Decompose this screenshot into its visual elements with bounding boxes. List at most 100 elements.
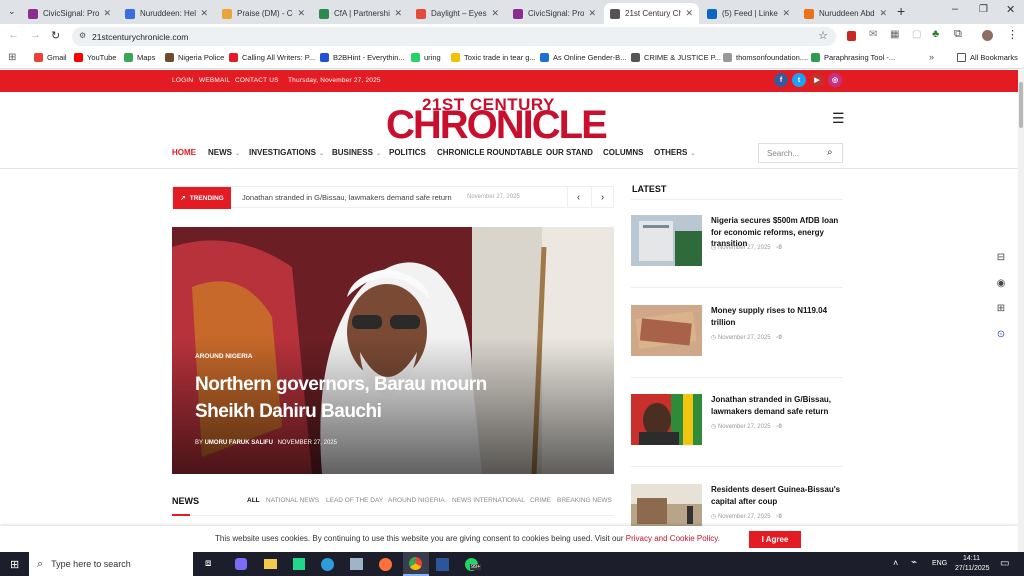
tray-chevron-icon[interactable]: ˄ xyxy=(893,558,898,568)
nav-item[interactable]: OTHERS ⌄ xyxy=(654,148,695,157)
news-filter-tab[interactable]: ALL xyxy=(247,497,260,504)
browser-tab[interactable]: 21st Century Chro✕ xyxy=(604,3,699,24)
nav-item[interactable]: NEWS ⌄ xyxy=(208,148,240,157)
site-logo[interactable]: 21ST CENTURY CHRONICLE xyxy=(386,95,620,145)
word-icon[interactable] xyxy=(436,558,449,571)
browser-tab[interactable]: CivicSignal: Proje ✕ xyxy=(507,3,602,24)
taskbar-search-box[interactable]: ⌕ Type here to search xyxy=(29,552,193,576)
pycharm-icon[interactable] xyxy=(293,558,305,570)
instagram-icon[interactable]: ◎ xyxy=(828,73,842,87)
apps-icon[interactable]: ⊞ xyxy=(8,52,16,63)
minimize-icon[interactable]: – xyxy=(952,3,958,15)
latest-article-thumbnail[interactable] xyxy=(631,394,702,445)
browser-tab[interactable]: Nuruddeen Abda ✕ xyxy=(798,3,893,24)
reading-list-icon[interactable]: ⊟ xyxy=(994,252,1008,266)
bookmark-star-icon[interactable]: ☆ xyxy=(818,29,828,42)
extensions-icon[interactable]: ⧉ xyxy=(954,28,962,41)
forward-icon[interactable]: → xyxy=(30,29,41,41)
doc-extension-icon[interactable]: ▢ xyxy=(912,29,921,40)
clock-time[interactable]: 14:11 xyxy=(963,555,980,562)
contact-us-link[interactable]: CONTACT US xyxy=(235,77,279,84)
bookmark-item[interactable]: thomsonfoundation.... xyxy=(723,53,808,62)
profile-avatar[interactable] xyxy=(982,30,993,41)
tab-search-icon[interactable]: ⌄ xyxy=(8,6,16,17)
nav-item[interactable]: INVESTIGATIONS ⌄ xyxy=(249,148,324,157)
nav-item[interactable]: HOME xyxy=(172,148,196,157)
nav-item[interactable]: CHRONICLE ROUNDTABLE xyxy=(437,148,542,157)
task-view-icon[interactable]: ⧈ xyxy=(205,558,211,569)
agree-button[interactable]: I Agree xyxy=(749,531,801,548)
hamburger-menu-icon[interactable]: ☰ xyxy=(832,110,845,127)
latest-article-title[interactable]: Money supply rises to N119.04 trillion xyxy=(711,305,846,328)
assistant-icon[interactable]: ⊙ xyxy=(994,329,1008,343)
trending-prev-icon[interactable]: ‹ xyxy=(567,187,589,208)
tab-close-icon[interactable]: ✕ xyxy=(681,8,693,19)
edge-icon[interactable] xyxy=(321,558,334,571)
bookmark-item[interactable]: YouTube xyxy=(74,53,116,62)
language-indicator[interactable]: ENG xyxy=(932,560,947,567)
news-filter-tab[interactable]: CRIME xyxy=(530,497,551,504)
bookmark-item[interactable]: B2BHint - Everythin... xyxy=(320,53,405,62)
site-info-icon[interactable]: ⚙ xyxy=(79,31,86,40)
browser-tab[interactable]: Praise (DM) - Coo✕ xyxy=(216,3,311,24)
nav-item[interactable]: COLUMNS xyxy=(603,148,643,157)
latest-article-thumbnail[interactable] xyxy=(631,305,702,356)
photos-icon[interactable] xyxy=(350,558,363,570)
tab-close-icon[interactable]: ✕ xyxy=(390,8,402,19)
hero-article[interactable]: AROUND NIGERIA Northern governors, Barau… xyxy=(172,227,614,474)
mail-extension-icon[interactable]: ✉ xyxy=(869,29,877,40)
grid-extension-icon[interactable]: ▦ xyxy=(890,29,899,40)
reload-icon[interactable]: ↻ xyxy=(51,29,60,42)
news-filter-tab[interactable]: BREAKING NEWS xyxy=(557,497,612,504)
trending-next-icon[interactable]: › xyxy=(591,187,613,208)
copilot-icon[interactable] xyxy=(235,558,247,570)
all-bookmarks-folder[interactable]: All Bookmarks xyxy=(957,53,1018,62)
browser-tab[interactable]: CivicSignal: Proje ✕ xyxy=(22,3,117,24)
bookmark-item[interactable]: uring xyxy=(411,53,441,62)
back-icon[interactable]: ← xyxy=(8,29,19,41)
tab-close-icon[interactable]: ✕ xyxy=(778,8,790,19)
twitter-icon[interactable]: t xyxy=(792,73,806,87)
latest-article-title[interactable]: Jonathan stranded in G/Bissau, lawmakers… xyxy=(711,394,846,417)
bookmark-item[interactable]: Paraphrasing Tool -... xyxy=(811,53,895,62)
podcast-icon[interactable]: ◉ xyxy=(994,278,1008,292)
apps-grid-icon[interactable]: ⊞ xyxy=(994,303,1008,317)
search-icon[interactable]: ⌕ xyxy=(827,147,833,158)
firefox-icon[interactable] xyxy=(379,558,392,571)
login-link[interactable]: LOGIN xyxy=(172,77,193,84)
bookmark-item[interactable]: Toxic trade in tear g... xyxy=(451,53,536,62)
new-tab-icon[interactable]: + xyxy=(897,3,905,19)
tab-close-icon[interactable]: ✕ xyxy=(487,8,499,19)
page-scrollbar[interactable] xyxy=(1018,70,1024,552)
bookmark-item[interactable]: As Online Gender-B... xyxy=(540,53,626,62)
trending-headline[interactable]: Jonathan stranded in G/Bissau, lawmakers… xyxy=(242,193,452,202)
tab-close-icon[interactable]: ✕ xyxy=(196,8,208,19)
latest-article-title[interactable]: Residents desert Guinea-Bissau's capital… xyxy=(711,484,846,507)
site-search-input[interactable]: Search... ⌕ xyxy=(758,143,843,163)
browser-tab[interactable]: Daylight – Eyes o ✕ xyxy=(410,3,505,24)
tab-close-icon[interactable]: ✕ xyxy=(875,8,887,19)
bookmark-item[interactable]: Gmail xyxy=(34,53,67,62)
youtube-icon[interactable]: ▶ xyxy=(810,73,824,87)
chrome-icon[interactable] xyxy=(403,552,429,576)
extension-red-icon[interactable] xyxy=(847,31,856,41)
tab-close-icon[interactable]: ✕ xyxy=(584,8,596,19)
news-filter-tab[interactable]: AROUND NIGERIA xyxy=(388,497,445,504)
news-filter-tab[interactable]: NATIONAL NEWS xyxy=(266,497,319,504)
news-filter-tab[interactable]: NEWS INTERNATIONAL xyxy=(452,497,525,504)
leaf-extension-icon[interactable]: ♣ xyxy=(932,28,939,40)
hero-author[interactable]: UMORU FARUK SALIFU xyxy=(205,440,273,446)
browser-tab[interactable]: CfA | Partnership: ✕ xyxy=(313,3,408,24)
browser-tab[interactable]: Nuruddeen: Help ✕ xyxy=(119,3,214,24)
nav-item[interactable]: OUR STAND xyxy=(546,148,593,157)
notifications-icon[interactable]: ▭ xyxy=(1000,558,1009,569)
windows-start-icon[interactable]: ⊞ xyxy=(10,558,19,571)
more-bookmarks-icon[interactable]: » xyxy=(929,52,934,62)
news-filter-tab[interactable]: LEAD OF THE DAY xyxy=(326,497,383,504)
network-icon[interactable]: ⌁ xyxy=(911,557,917,568)
nav-item[interactable]: BUSINESS ⌄ xyxy=(332,148,381,157)
facebook-icon[interactable]: f xyxy=(774,73,788,87)
bookmark-item[interactable]: Maps xyxy=(124,53,155,62)
webmail-link[interactable]: WEBMAIL xyxy=(199,77,230,84)
browser-tab[interactable]: (5) Feed | LinkedIn✕ xyxy=(701,3,796,24)
